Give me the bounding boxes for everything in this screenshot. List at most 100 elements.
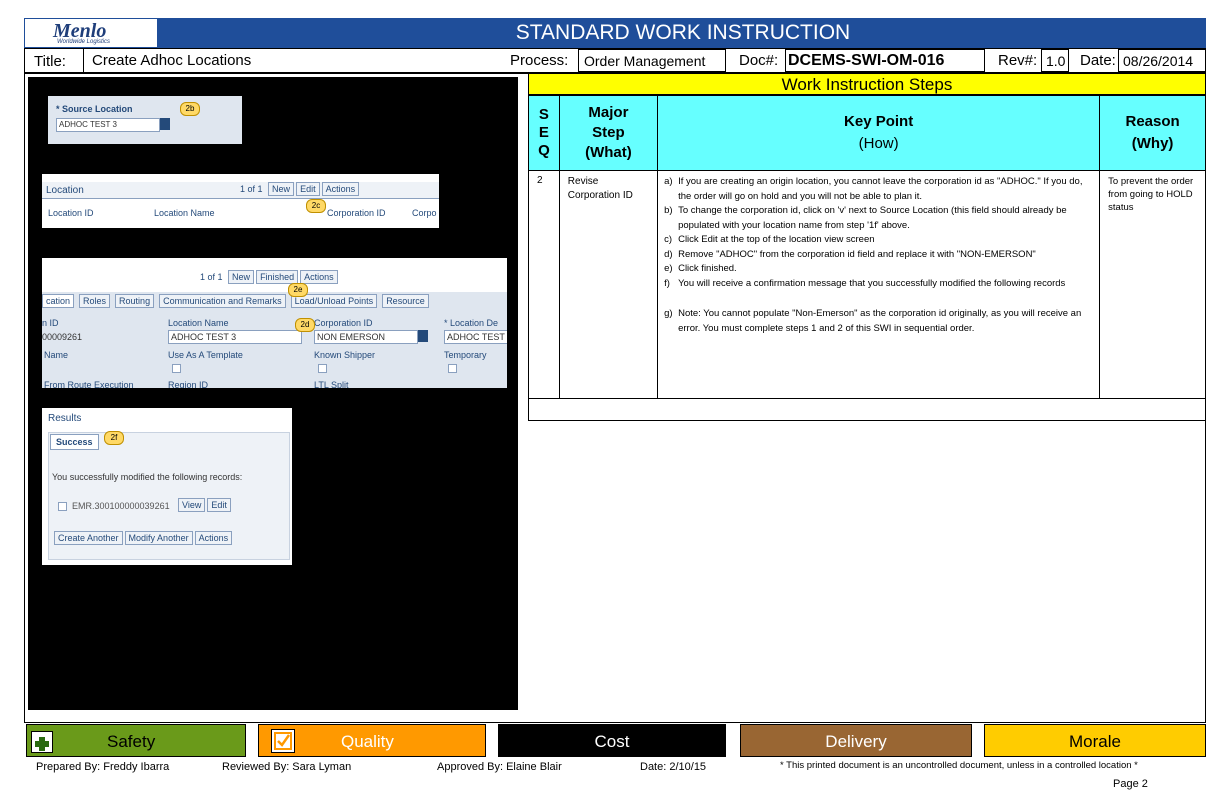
process-value: Order Management: [584, 53, 706, 69]
tab-location[interactable]: cation: [42, 294, 75, 308]
known-shipper-checkbox[interactable]: [318, 364, 327, 373]
tab-roles[interactable]: Roles: [79, 294, 111, 308]
prepared-by: Prepared By: Freddy Ibarra: [36, 761, 170, 773]
delivery-label: Delivery: [825, 732, 887, 751]
location-name-input[interactable]: ADHOC TEST 3: [168, 330, 302, 344]
steps-table: SEQ Major Step (What) Key Point (How) Reaso…: [528, 95, 1206, 421]
pager-text: 1 of 1: [240, 184, 263, 194]
table-header-row: SEQ Major Step (What) Key Point (How) Reaso…: [528, 95, 1206, 171]
screenshot-edit-location: 1 of 1 New Finished Actions cation Roles R…: [42, 258, 507, 388]
success-message: You successfully modified the following …: [52, 472, 243, 482]
field-label: Corporation ID: [314, 318, 373, 328]
doc-box: DCEMS-SWI-OM-016: [785, 49, 985, 72]
actions-button[interactable]: Actions: [300, 270, 338, 284]
reviewed-by: Reviewed By: Sara Lyman: [222, 761, 352, 773]
finished-button[interactable]: Finished: [256, 270, 299, 284]
actions-button[interactable]: Actions: [321, 182, 360, 196]
field-label: LTL Split: [314, 380, 349, 388]
key-point-cell: a) If you are creating an origin location…: [657, 170, 1101, 399]
template-checkbox[interactable]: [172, 364, 181, 373]
date-label: Date:: [1080, 52, 1116, 69]
safety-category: Safety: [26, 724, 246, 757]
key-point-item: e) Click finished.: [664, 263, 737, 274]
callout-badge: 2b: [180, 102, 200, 116]
create-another-button[interactable]: Create Another: [54, 531, 123, 545]
field-label: Location Name: [168, 318, 229, 328]
temporary-checkbox[interactable]: [448, 364, 457, 373]
key-point-header: Key Point (How): [657, 95, 1101, 171]
screenshot-source-location: * Source Location ADHOC TEST 3: [48, 96, 242, 144]
reason-cell: To prevent the order from going to HOLD …: [1099, 170, 1206, 399]
cost-label: Cost: [594, 732, 630, 751]
screenshot-results: Results Success You successfully modifie…: [42, 408, 292, 565]
field-label: From Route Execution: [44, 380, 134, 388]
morale-label: Morale: [1069, 732, 1121, 751]
actions-button[interactable]: Actions: [194, 531, 233, 545]
view-button[interactable]: View: [178, 498, 206, 512]
empty-cell: [528, 398, 1206, 421]
record-id: EMR.300100000039261: [72, 501, 170, 511]
delivery-category: Delivery: [740, 724, 972, 757]
reason-header: Reason (Why): [1099, 95, 1206, 171]
corporation-id-input[interactable]: NON EMERSON: [314, 330, 418, 344]
table-row: 2 Revise Corporation ID a) If you are cre…: [528, 170, 1206, 399]
field-label: Name: [44, 350, 69, 360]
rev-value: 1.0: [1046, 53, 1066, 69]
pager-text: 1 of 1: [200, 272, 223, 282]
new-button[interactable]: New: [268, 182, 295, 196]
major-step-header: Major Step (What): [558, 95, 659, 171]
record-checkbox[interactable]: [58, 502, 67, 511]
seq-header: SEQ: [528, 95, 560, 171]
quality-label: Quality: [341, 732, 394, 751]
cost-category: Cost: [498, 724, 726, 757]
results-heading: Results: [48, 413, 82, 424]
process-box: Order Management: [578, 49, 726, 72]
field-label: Region ID: [168, 380, 209, 388]
new-button[interactable]: New: [228, 270, 255, 284]
callout-badge: 2d: [295, 318, 315, 332]
approved-by: Approved By: Elaine Blair: [437, 761, 562, 773]
lookup-icon[interactable]: [418, 330, 428, 342]
key-point-item: d) Remove "ADHOC" from the corporation id…: [664, 248, 1036, 260]
screenshot-panel: [28, 77, 518, 710]
logo-subtext: Worldwide Logistics: [57, 39, 111, 45]
source-location-input[interactable]: ADHOC TEST 3: [56, 118, 160, 132]
callout-badge: 2f: [104, 431, 124, 445]
column-header: Corporation ID: [327, 208, 386, 218]
key-point-item: c) Click Edit at the top of the location …: [664, 234, 875, 245]
callout-badge: 2c: [306, 199, 326, 213]
process-label: Process:: [510, 52, 569, 69]
key-point-item: a) If you are creating an origin location…: [664, 176, 1083, 202]
doc-number: DCEMS-SWI-OM-016: [788, 52, 945, 69]
location-desc-input[interactable]: ADHOC TEST: [444, 330, 507, 344]
edit-button[interactable]: Edit: [296, 182, 320, 196]
tab-communication[interactable]: Communication and Remarks: [159, 294, 286, 308]
field-label: * Location De: [444, 318, 499, 328]
disclaimer: * This printed document is an uncontroll…: [780, 760, 1138, 771]
edit-button[interactable]: Edit: [207, 498, 231, 512]
major-step-cell: Revise Corporation ID: [558, 170, 659, 399]
key-point-item: b) To change the corporation id, click on…: [664, 205, 1067, 231]
seq-cell: 2: [528, 170, 560, 399]
tab-success[interactable]: Success: [50, 434, 99, 450]
lookup-icon[interactable]: [160, 118, 170, 130]
approval-date: Date: 2/10/15: [640, 761, 707, 773]
key-point-item: f) You will receive a confirmation messag…: [664, 277, 1066, 289]
location-id-value: 00009261: [42, 332, 83, 342]
steps-title: Work Instruction Steps: [528, 73, 1206, 95]
field-label: Use As A Template: [168, 350, 243, 360]
safety-label: Safety: [107, 732, 156, 751]
tab-resource[interactable]: Resource: [382, 294, 429, 308]
date-box: 08/26/2014: [1118, 49, 1206, 72]
date-value: 08/26/2014: [1123, 53, 1194, 69]
title-label: Title:: [34, 53, 66, 70]
rev-label: Rev#:: [998, 52, 1038, 69]
tab-routing[interactable]: Routing: [115, 294, 155, 308]
plus-icon: [31, 731, 53, 753]
field-label: n ID: [42, 318, 59, 328]
doc-label: Doc#:: [739, 52, 779, 69]
morale-category: Morale: [984, 724, 1206, 757]
key-point-item: g) Note: You cannot populate "Non-Emerson…: [664, 308, 1082, 334]
field-label: Known Shipper: [314, 350, 376, 360]
modify-another-button[interactable]: Modify Another: [124, 531, 193, 545]
